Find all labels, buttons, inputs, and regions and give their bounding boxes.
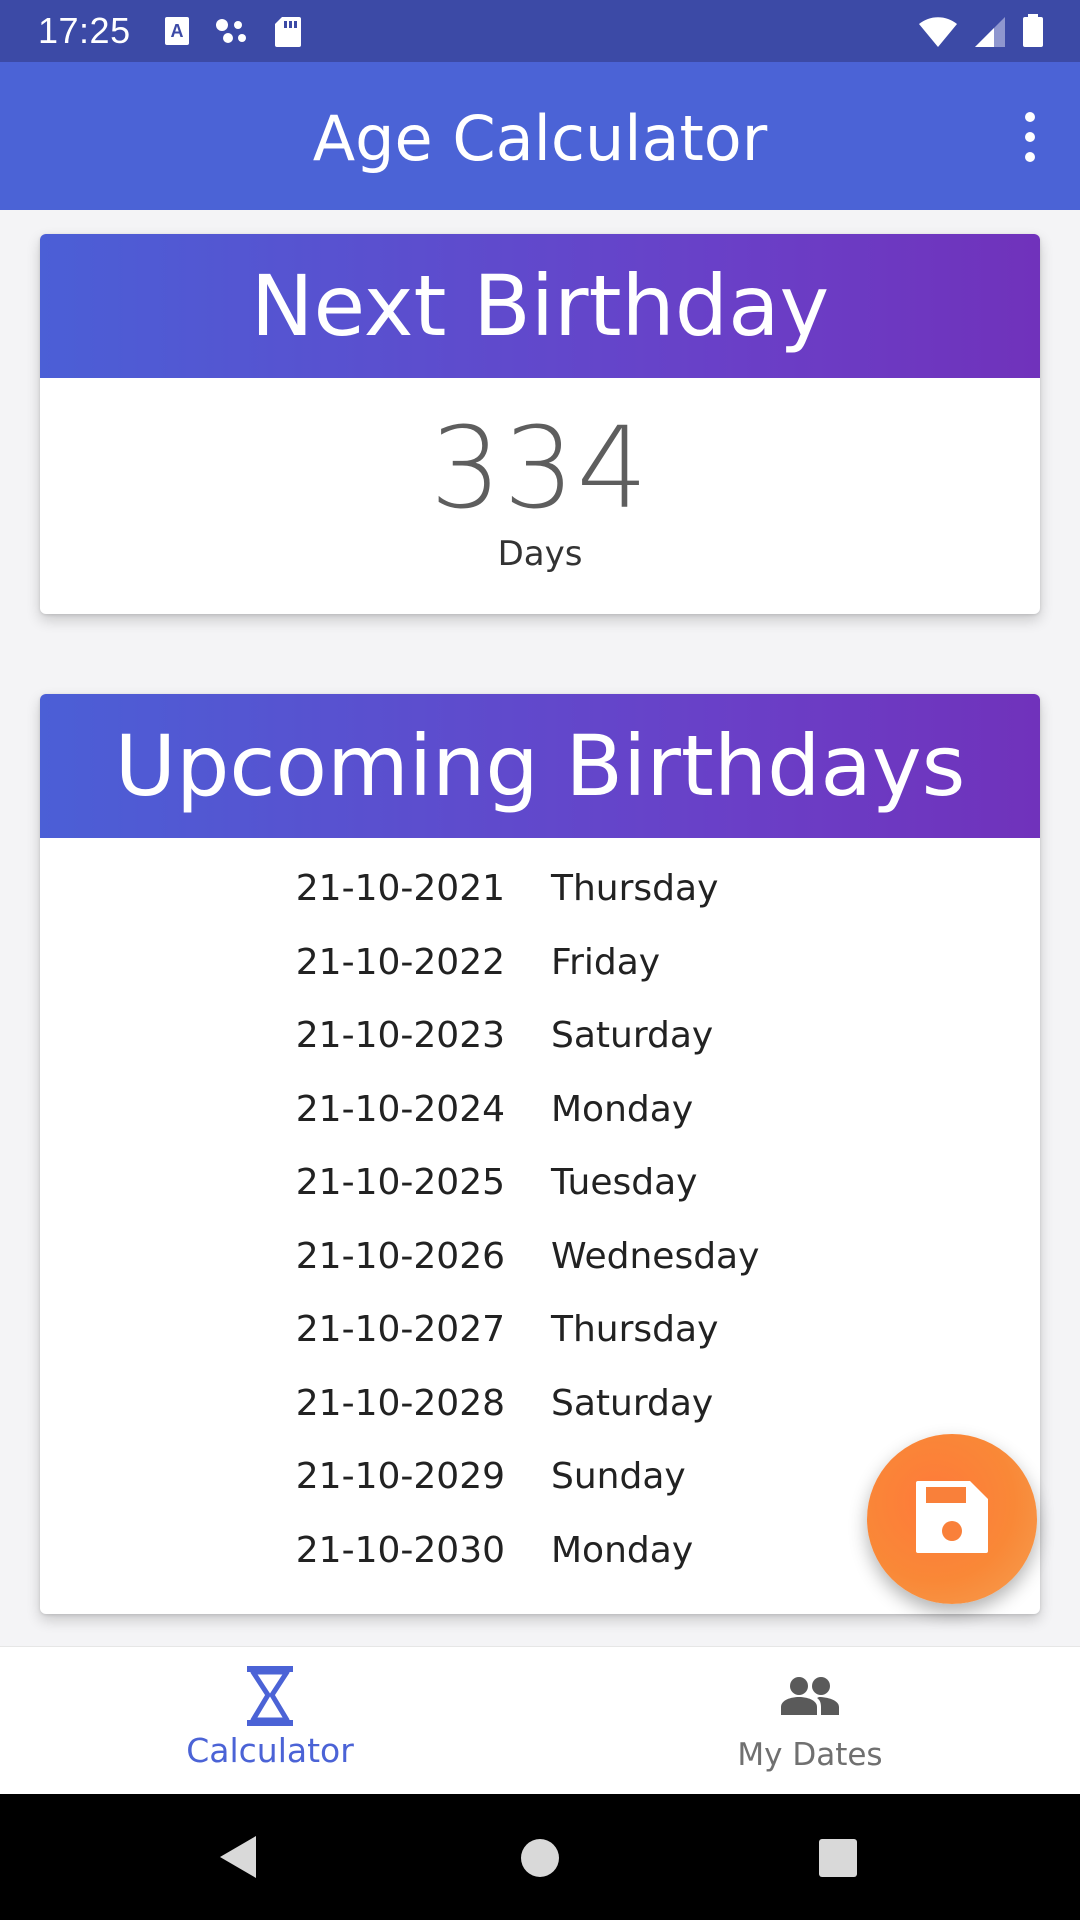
- people-icon: [779, 1663, 841, 1729]
- hourglass-icon: [245, 1663, 295, 1729]
- sd-card-icon: [274, 16, 302, 52]
- birthday-date: 21-10-2025: [295, 1162, 505, 1203]
- birthday-weekday: Friday: [551, 941, 661, 983]
- birthday-date: 21-10-2023: [295, 1015, 505, 1056]
- birthday-date: 21-10-2029: [295, 1456, 505, 1497]
- upcoming-birthdays-title: Upcoming Birthdays: [40, 694, 1040, 838]
- birthday-weekday: Saturday: [551, 1015, 714, 1056]
- next-birthday-days-value: 334: [430, 404, 650, 534]
- birthday-date: 21-10-2024: [295, 1088, 505, 1130]
- text-notification-icon: A: [164, 16, 190, 52]
- home-icon[interactable]: [520, 1838, 560, 1882]
- birthday-date: 21-10-2028: [295, 1382, 505, 1424]
- bottom-navigation: Calculator My Dates: [0, 1646, 1080, 1794]
- battery-icon: [1022, 14, 1044, 52]
- app-bar: Age Calculator: [0, 62, 1080, 210]
- save-icon: [912, 1477, 992, 1561]
- system-navigation-bar: [0, 1794, 1080, 1920]
- app-title: Age Calculator: [312, 102, 768, 175]
- wifi-icon: [918, 16, 958, 52]
- nav-label-my-dates: My Dates: [737, 1737, 883, 1773]
- recents-icon[interactable]: [818, 1838, 858, 1882]
- birthday-weekday: Tuesday: [551, 1162, 698, 1203]
- next-birthday-days-unit: Days: [497, 534, 583, 574]
- birthday-weekday: Wednesday: [551, 1235, 760, 1277]
- overflow-menu-icon[interactable]: [1010, 112, 1050, 162]
- nav-label-calculator: Calculator: [186, 1731, 354, 1770]
- status-right-icons: [918, 14, 1044, 52]
- svg-text:A: A: [171, 21, 184, 41]
- list-item: 21-10-2026 Wednesday: [40, 1236, 1040, 1310]
- list-item: 21-10-2021 Thursday: [40, 868, 1040, 942]
- back-icon[interactable]: [216, 1834, 260, 1884]
- list-item: 21-10-2023 Saturday: [40, 1015, 1040, 1089]
- next-birthday-title: Next Birthday: [40, 234, 1040, 378]
- list-item: 21-10-2027 Thursday: [40, 1309, 1040, 1383]
- list-item: 21-10-2025 Tuesday: [40, 1162, 1040, 1236]
- cell-signal-icon: [974, 16, 1006, 52]
- save-fab-button[interactable]: [867, 1434, 1037, 1604]
- birthday-weekday: Thursday: [551, 868, 719, 909]
- status-left-icons: A: [164, 16, 302, 52]
- birthday-date: 21-10-2022: [295, 941, 505, 983]
- assistant-icon: [214, 16, 250, 52]
- birthday-date: 21-10-2030: [295, 1529, 505, 1571]
- birthday-weekday: Monday: [551, 1088, 694, 1130]
- nav-item-calculator[interactable]: Calculator: [0, 1647, 540, 1795]
- birthday-date: 21-10-2026: [295, 1235, 505, 1277]
- birthday-weekday: Saturday: [551, 1382, 714, 1424]
- status-time: 17:25: [38, 10, 131, 51]
- status-bar: 17:25 A: [0, 0, 1080, 62]
- birthday-weekday: Sunday: [551, 1456, 686, 1497]
- list-item: 21-10-2022 Friday: [40, 942, 1040, 1016]
- next-birthday-card: Next Birthday 334 Days: [40, 234, 1040, 614]
- birthday-date: 21-10-2021: [295, 868, 505, 909]
- nav-item-my-dates[interactable]: My Dates: [540, 1647, 1080, 1795]
- birthday-weekday: Monday: [551, 1529, 694, 1571]
- birthday-weekday: Thursday: [551, 1309, 719, 1350]
- list-item: 21-10-2024 Monday: [40, 1089, 1040, 1163]
- birthday-date: 21-10-2027: [295, 1309, 505, 1350]
- list-item: 21-10-2028 Saturday: [40, 1383, 1040, 1457]
